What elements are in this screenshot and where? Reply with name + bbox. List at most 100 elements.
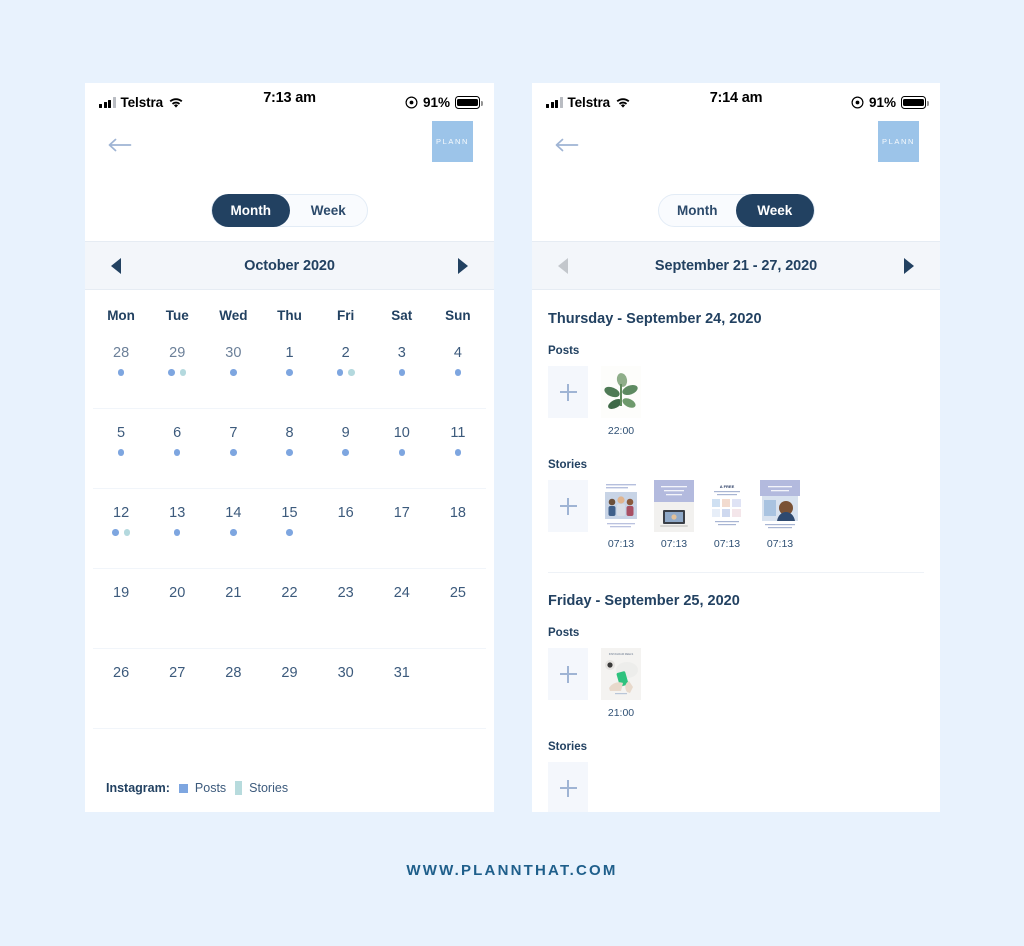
post-thumbnail-item[interactable]: 22:00 [601,366,641,437]
post-dot-icon [112,529,119,536]
calendar-day-28[interactable]: 28 [205,649,261,728]
calendar-day-1[interactable]: 1 [261,329,317,408]
calendar-day-dots [374,529,430,536]
legend-label: Instagram: [106,781,170,795]
calendar-day-28[interactable]: 28 [93,329,149,408]
calendar-day-21[interactable]: 21 [205,569,261,648]
calendar-day-22[interactable]: 22 [261,569,317,648]
calendar-day-15[interactable]: 15 [261,489,317,568]
calendar-day-5[interactable]: 5 [93,409,149,488]
calendar-day-29[interactable]: 29 [149,329,205,408]
tab-week[interactable]: Week [290,194,368,227]
calendar-day-19[interactable]: 19 [93,569,149,648]
story-thumbnail-item[interactable]: 07:13 [601,480,641,550]
calendar-day-31[interactable]: 31 [374,649,430,728]
post-dot-icon [342,449,349,456]
calendar-day-number: 30 [225,345,242,361]
prev-month-button[interactable] [107,257,125,275]
calendar-day-number: 18 [449,505,466,521]
back-arrow-icon[interactable] [555,137,579,153]
story-thumbnail-item[interactable]: 07:13 [760,480,800,550]
posts-row: INSTAGRAM REELS 21:00 [548,648,924,719]
calendar-day-4[interactable]: 4 [430,329,486,408]
calendar-day-dots [261,449,317,456]
nav-row-left: PLANN [85,116,494,194]
add-post-button[interactable] [548,648,588,700]
add-post-button[interactable] [548,366,588,418]
week-day-section: Thursday - September 24, 2020 Posts 22:00 S… [532,290,940,572]
plann-logo-badge[interactable]: PLANN [878,121,919,162]
add-story-button[interactable] [548,762,588,812]
calendar-day-18[interactable]: 18 [430,489,486,568]
calendar-day-26[interactable]: 26 [93,649,149,728]
stories-section-label: Stories [548,741,587,753]
calendar-day-30[interactable]: 30 [205,329,261,408]
story-thumbnail-image [654,480,694,532]
calendar-day-number: 6 [173,425,182,441]
calendar-day-27[interactable]: 27 [149,649,205,728]
dow-mon: Mon [107,308,135,323]
calendar-day-number: 1 [285,345,294,361]
calendar-day-29[interactable]: 29 [261,649,317,728]
calendar-day-10[interactable]: 10 [374,409,430,488]
calendar-day-13[interactable]: 13 [149,489,205,568]
calendar-day-7[interactable]: 7 [205,409,261,488]
calendar-day-number: 13 [169,505,186,521]
svg-text:INSTAGRAM REELS: INSTAGRAM REELS [609,652,634,656]
calendar-day-dots [93,689,149,696]
calendar-day-24[interactable]: 24 [374,569,430,648]
calendar-day-dots [261,609,317,616]
tab-month[interactable]: Month [659,194,737,227]
calendar-day-number: 17 [393,505,410,521]
story-thumbnail-item[interactable]: 07:13 [654,480,694,550]
post-thumbnail-item[interactable]: INSTAGRAM REELS 21:00 [601,648,641,719]
calendar-day-number: 5 [117,425,126,441]
tab-month[interactable]: Month [212,194,290,227]
calendar-day-number: 20 [169,585,186,601]
calendar-day-16[interactable]: 16 [318,489,374,568]
calendar-week-row: 26 27 28 29 30 31 [93,649,486,729]
status-bar-time: 7:14 am [709,90,763,106]
calendar-day-17[interactable]: 17 [374,489,430,568]
calendar-day-23[interactable]: 23 [318,569,374,648]
next-month-button[interactable] [454,257,472,275]
calendar-day-30[interactable]: 30 [318,649,374,728]
calendar-day-6[interactable]: 6 [149,409,205,488]
calendar-day-dots [374,449,430,456]
story-thumbnail-image [601,480,641,532]
post-thumbnail-image: INSTAGRAM REELS [601,648,641,700]
post-time-label: 21:00 [607,707,635,719]
add-story-button[interactable] [548,480,588,532]
legend-posts-label: Posts [194,781,227,795]
calendar-day-12[interactable]: 12 [93,489,149,568]
week-day-title: Friday - September 25, 2020 [548,593,740,609]
calendar-day-dots [149,529,205,536]
story-thumbnail-item[interactable]: A FREE 07:13 [707,480,747,550]
calendar-day-number: 9 [341,425,350,441]
calendar-day-number: 21 [225,585,242,601]
calendar-day-25[interactable]: 25 [430,569,486,648]
prev-week-button[interactable] [554,257,572,275]
calendar-day-2[interactable]: 2 [318,329,374,408]
calendar-day-11[interactable]: 11 [430,409,486,488]
tab-week[interactable]: Week [736,194,814,227]
status-bar-left: Telstra 7:13 am 91% [85,83,494,116]
calendar-day-8[interactable]: 8 [261,409,317,488]
post-dot-icon [230,449,237,456]
story-thumbnail-image [760,480,800,532]
view-toggle-right-wrap: Month Week [532,194,940,241]
calendar-day-dots [205,609,261,616]
calendar-day-dots [93,449,149,456]
back-arrow-icon[interactable] [108,137,132,153]
next-week-button[interactable] [900,257,918,275]
calendar-day-14[interactable]: 14 [205,489,261,568]
calendar-day-dots [261,689,317,696]
calendar-day-9[interactable]: 9 [318,409,374,488]
post-dot-icon [117,449,125,456]
month-title: October 2020 [244,257,335,274]
calendar-day-3[interactable]: 3 [374,329,430,408]
calendar-day-20[interactable]: 20 [149,569,205,648]
calendar-day-dots [261,529,317,536]
plann-logo-badge[interactable]: PLANN [432,121,473,162]
